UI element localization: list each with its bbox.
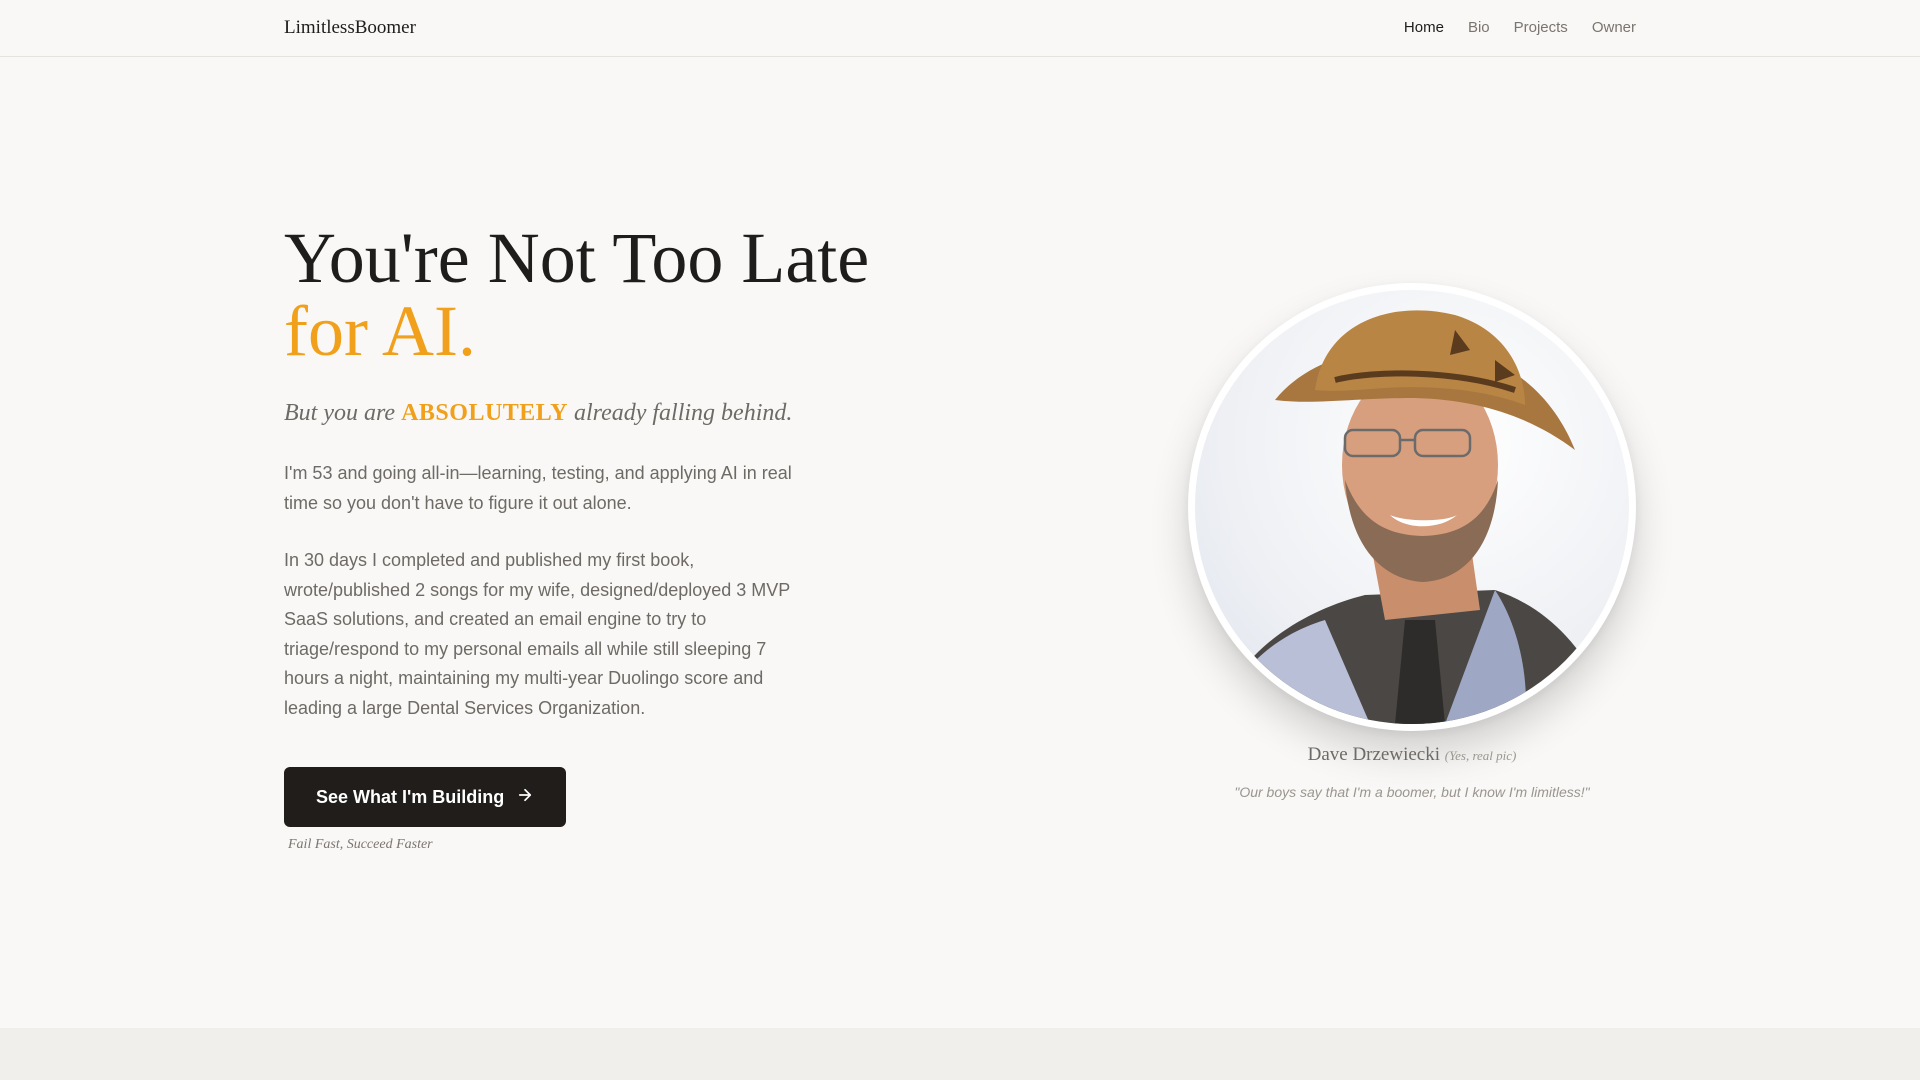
arrow-right-icon <box>516 786 534 808</box>
profile-photo <box>1195 290 1629 724</box>
profile-name: Dave Drzewiecki <box>1307 744 1441 765</box>
nav-link-bio[interactable]: Bio <box>1468 19 1490 36</box>
next-section-edge <box>0 1028 1920 1080</box>
profile-name-caption: Dave Drzewiecki (Yes, real pic) <box>1188 744 1636 766</box>
brand-logo-link[interactable]: LimitlessBoomer <box>284 17 416 39</box>
headline-line-2: for AI. <box>284 291 476 371</box>
hero-headline: You're Not Too Late for AI. <box>284 222 924 368</box>
portrait-illustration <box>1215 310 1615 724</box>
cta-caption: Fail Fast, Succeed Faster <box>288 837 433 852</box>
nav-link-projects[interactable]: Projects <box>1514 19 1568 36</box>
see-what-im-building-button[interactable]: See What I'm Building <box>284 767 567 827</box>
profile-quote: "Our boys say that I'm a boomer, but I k… <box>1234 784 1590 800</box>
intro-paragraph: I'm 53 and going all-in—learning, testin… <box>284 463 792 513</box>
hero-section: You're Not Too Late for AI. But you are … <box>284 222 924 853</box>
tagline-pre: But you are <box>284 400 402 426</box>
cta-label: See What I'm Building <box>316 786 505 807</box>
profile-photo-frame <box>1188 283 1636 731</box>
nav-link-home[interactable]: Home <box>1404 19 1444 36</box>
nav-links: Home Bio Projects Owner <box>1404 19 1636 36</box>
achievements-paragraph: In 30 days I completed and published my … <box>284 550 790 718</box>
hero-tagline: But you are ABSOLUTELY already falling b… <box>284 400 924 427</box>
top-navigation-bar: LimitlessBoomer Home Bio Projects Owner <box>0 0 1920 57</box>
profile-name-note: (Yes, real pic) <box>1444 748 1517 763</box>
nav-link-owner[interactable]: Owner <box>1592 19 1636 36</box>
tagline-emphasis: ABSOLUTELY <box>401 400 568 426</box>
tagline-post: already falling behind. <box>567 400 793 426</box>
headline-line-1: You're Not Too Late <box>284 218 870 298</box>
